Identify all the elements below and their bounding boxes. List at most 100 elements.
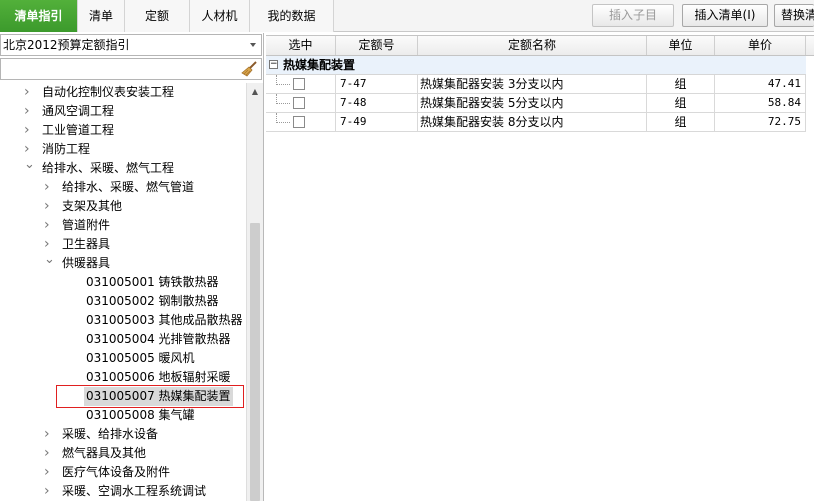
tree-node[interactable]: 031005005 暖风机 — [0, 349, 246, 368]
tree-node[interactable]: › 自动化控制仪表安装工程 — [0, 83, 246, 102]
tab-my-data[interactable]: 我的数据 — [250, 0, 334, 32]
cell-price: 72.75 — [715, 113, 806, 132]
tab-list[interactable]: 清单 — [78, 0, 125, 32]
tree-node-label: 031005005 暖风机 — [86, 351, 195, 365]
tree-node-label: 供暖器具 — [62, 256, 111, 270]
collapse-icon[interactable]: − — [269, 60, 278, 69]
table-row[interactable]: 7-47 热媒集配器安装 3分支以内组 47.41 — [266, 75, 806, 94]
tree-node-label: 031005003 其他成品散热器 — [86, 313, 243, 327]
chevron-down-icon[interactable]: ⌄ — [24, 158, 35, 178]
tree-node[interactable]: › 燃气器具及其他 — [0, 444, 246, 463]
tree-node-label: 医疗气体设备及附件 — [62, 465, 171, 479]
tree-node-label: 031005001 铸铁散热器 — [86, 275, 219, 289]
tree-node[interactable]: › 通风空调工程 — [0, 102, 246, 121]
scrollbar-thumb[interactable] — [250, 223, 260, 501]
tree-node-label: 燃气器具及其他 — [62, 446, 147, 460]
tree-node[interactable]: › 卫生器具 — [0, 235, 246, 254]
grid-header: 选中 定额号 定额名称 单位 单价 — [266, 35, 814, 56]
chevron-right-icon[interactable]: › — [24, 102, 34, 121]
tree-node-label: 031005002 钢制散热器 — [86, 294, 219, 308]
tree-node[interactable]: › 采暖、空调水工程系统调试 — [0, 482, 246, 501]
chevron-right-icon[interactable]: › — [44, 482, 54, 501]
cell-select — [266, 75, 336, 94]
tree-connector — [276, 113, 290, 123]
tree-node-label: 支架及其他 — [62, 199, 123, 213]
chevron-right-icon[interactable]: › — [44, 216, 54, 235]
tree-node-label: 031005004 光排管散热器 — [86, 332, 231, 346]
tree-node[interactable]: ⌄ 供暖器具 — [0, 253, 246, 273]
replace-button[interactable]: 替换清 — [774, 4, 814, 27]
chevron-right-icon[interactable]: › — [24, 121, 34, 140]
tree-node[interactable]: › 医疗气体设备及附件 — [0, 463, 246, 482]
tree-node-label: 工业管道工程 — [42, 123, 115, 137]
group-row[interactable]: − 热媒集配装置 — [266, 56, 806, 75]
tree-node-label: 031005008 集气罐 — [86, 408, 195, 422]
cell-unit: 组 — [647, 113, 715, 132]
cell-code: 7-49 — [336, 113, 418, 132]
library-select-value: 北京2012预算定额指引 — [3, 38, 130, 52]
tree-node[interactable]: › 支架及其他 — [0, 197, 246, 216]
col-header-code[interactable]: 定额号 — [336, 36, 418, 55]
tree-connector — [276, 75, 290, 85]
guide-tree-panel: 北京2012预算定额指引 › 自动化控制仪表安装工程 › 通风空调工程 › 工业管道工程 ›… — [0, 33, 264, 501]
tree-node-label: 通风空调工程 — [42, 104, 115, 118]
insert-list-button[interactable]: 插入清单(I) — [682, 4, 768, 27]
tab-materials[interactable]: 人材机 — [190, 0, 250, 32]
insert-child-button[interactable]: 插入子目 — [592, 4, 674, 27]
row-checkbox[interactable] — [293, 78, 305, 90]
chevron-right-icon[interactable]: › — [44, 444, 54, 463]
tree-scrollbar[interactable]: ▲ — [246, 83, 263, 501]
cell-name: 热媒集配器安装 3分支以内 — [418, 75, 647, 94]
tree-node[interactable]: › 管道附件 — [0, 216, 246, 235]
quota-grid: 选中 定额号 定额名称 单位 单价 − 热媒集配装置 7-47 热媒集配器安装 3… — [266, 33, 814, 501]
tree-node[interactable]: 031005004 光排管散热器 — [0, 330, 246, 349]
tree-node[interactable]: › 消防工程 — [0, 140, 246, 159]
cell-select — [266, 113, 336, 132]
tree-node[interactable]: › 工业管道工程 — [0, 121, 246, 140]
tab-list-guide[interactable]: 清单指引 — [0, 0, 78, 32]
cell-code: 7-47 — [336, 75, 418, 94]
tab-quota[interactable]: 定额 — [125, 0, 190, 32]
tree-node[interactable]: 031005008 集气罐 — [0, 406, 246, 425]
group-label: 热媒集配装置 — [283, 58, 356, 72]
col-header-price[interactable]: 单价 — [715, 36, 806, 55]
cell-unit: 组 — [647, 75, 715, 94]
cell-name: 热媒集配器安装 5分支以内 — [418, 94, 647, 113]
cell-price: 58.84 — [715, 94, 806, 113]
guide-tree: › 自动化控制仪表安装工程 › 通风空调工程 › 工业管道工程 › 消防工程 ⌄ 给排水、采暖、燃… — [0, 83, 246, 501]
tree-node-label: 给排水、采暖、燃气管道 — [62, 180, 195, 194]
tree-node-label: 自动化控制仪表安装工程 — [42, 85, 175, 99]
broom-clear-icon[interactable] — [241, 61, 258, 77]
tree-node-label: 采暖、给排水设备 — [62, 427, 159, 441]
tree-node-label: 管道附件 — [62, 218, 111, 232]
chevron-right-icon[interactable]: › — [44, 178, 54, 197]
chevron-down-icon[interactable]: ⌄ — [44, 253, 55, 273]
row-checkbox[interactable] — [293, 97, 305, 109]
tree-node[interactable]: › 采暖、给排水设备 — [0, 425, 246, 444]
table-row[interactable]: 7-48 热媒集配器安装 5分支以内组 58.84 — [266, 94, 806, 113]
col-header-name[interactable]: 定额名称 — [418, 36, 647, 55]
tree-connector — [276, 94, 290, 104]
col-header-unit[interactable]: 单位 — [647, 36, 715, 55]
chevron-right-icon[interactable]: › — [44, 463, 54, 482]
tree-node[interactable]: 031005003 其他成品散热器 — [0, 311, 246, 330]
tree-node-label: 卫生器具 — [62, 237, 111, 251]
tree-node-label: 给排水、采暖、燃气工程 — [42, 161, 175, 175]
chevron-right-icon[interactable]: › — [44, 425, 54, 444]
chevron-down-icon[interactable] — [250, 43, 256, 47]
tree-node-label: 采暖、空调水工程系统调试 — [62, 484, 207, 498]
row-checkbox[interactable] — [293, 116, 305, 128]
selected-node-highlight — [56, 385, 244, 408]
tree-node[interactable]: 031005001 铸铁散热器 — [0, 273, 246, 292]
tree-search-input[interactable] — [0, 58, 262, 80]
chevron-right-icon[interactable]: › — [44, 197, 54, 216]
col-header-select[interactable]: 选中 — [266, 36, 336, 55]
tree-node[interactable]: ⌄ 给排水、采暖、燃气工程 — [0, 158, 246, 178]
cell-unit: 组 — [647, 94, 715, 113]
table-row[interactable]: 7-49 热媒集配器安装 8分支以内组 72.75 — [266, 113, 806, 132]
chevron-right-icon[interactable]: › — [24, 83, 34, 102]
tree-node[interactable]: 031005002 钢制散热器 — [0, 292, 246, 311]
scroll-up-icon[interactable]: ▲ — [247, 83, 263, 100]
tree-node[interactable]: › 给排水、采暖、燃气管道 — [0, 178, 246, 197]
library-select[interactable]: 北京2012预算定额指引 — [0, 34, 262, 56]
